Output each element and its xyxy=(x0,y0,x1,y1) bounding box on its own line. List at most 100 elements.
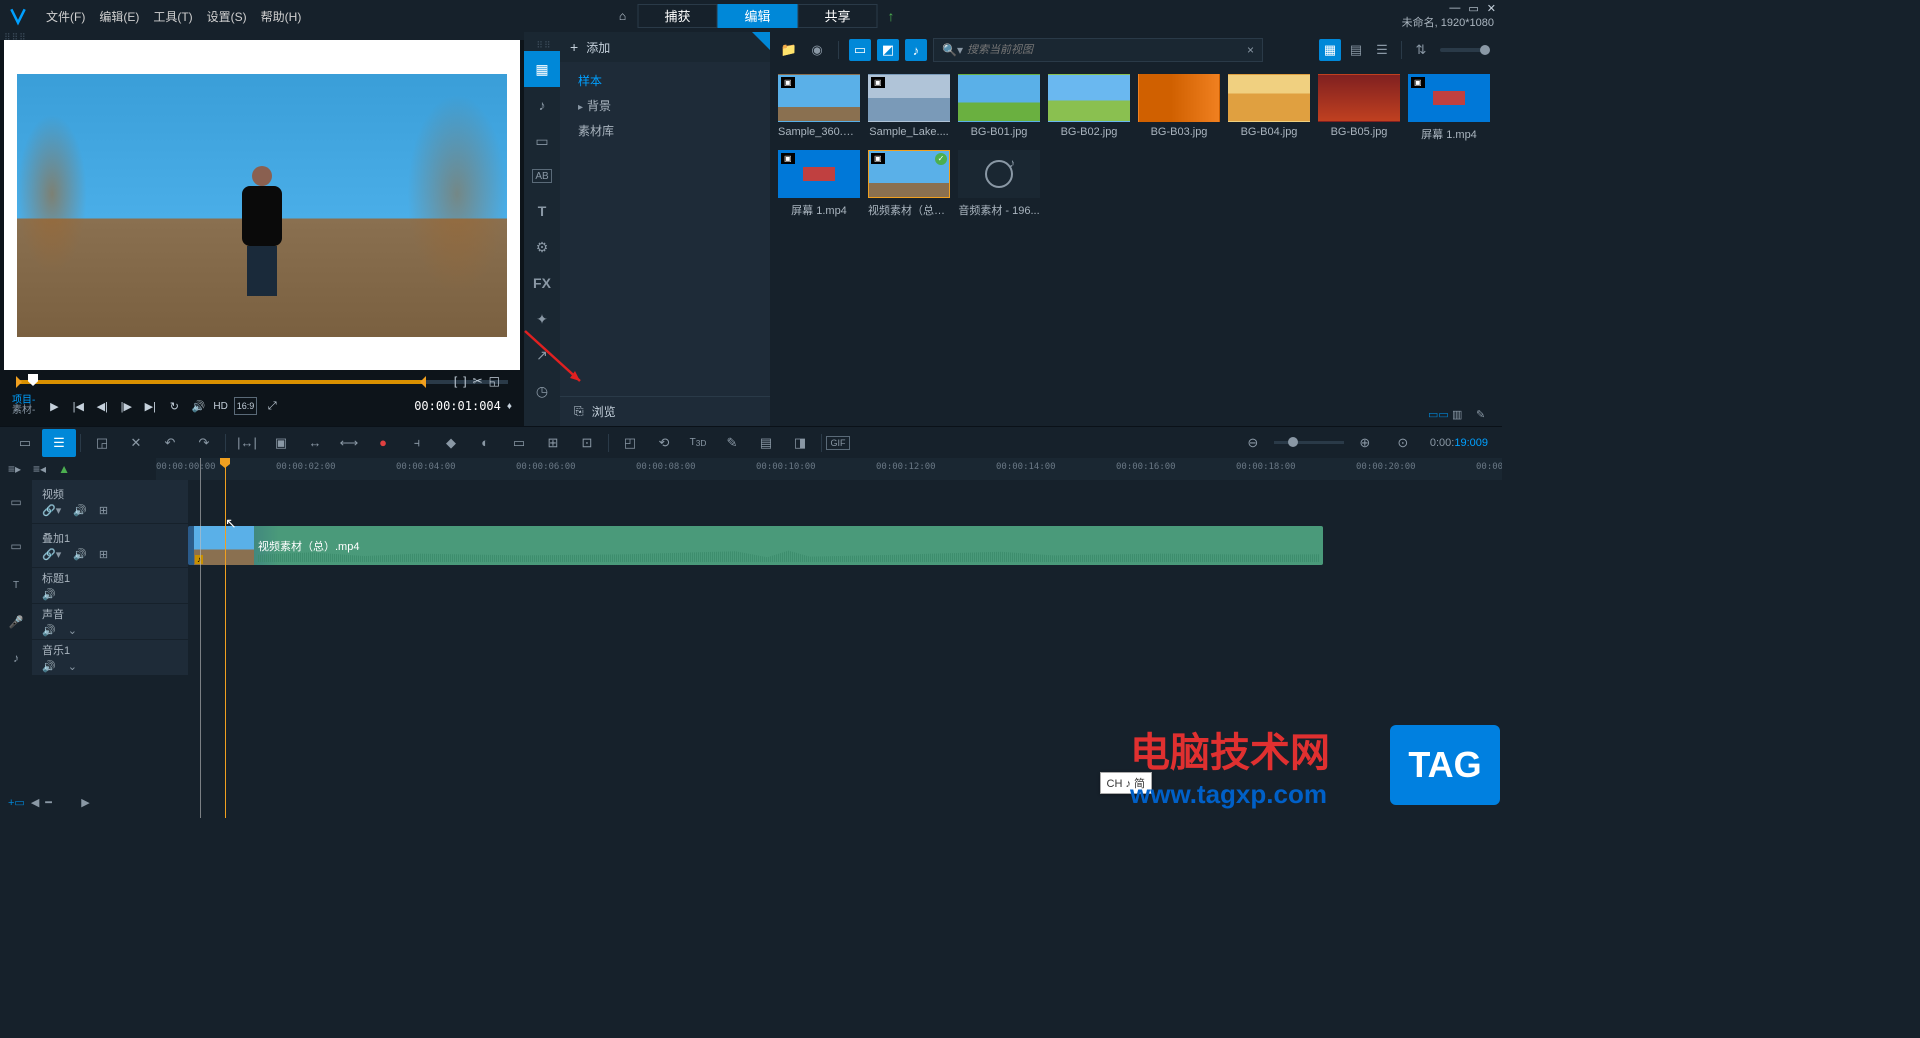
mute-toggle[interactable]: 🔊 xyxy=(42,624,56,637)
tab-share[interactable]: 共享 xyxy=(798,4,878,28)
mute-toggle[interactable]: 🔊 xyxy=(73,504,87,517)
add-media-button[interactable]: + 添加 xyxy=(560,32,770,62)
speed-icon[interactable]: ◷ xyxy=(524,373,560,409)
hd-toggle[interactable]: HD xyxy=(213,397,227,415)
zoom-slider[interactable] xyxy=(1274,441,1344,444)
expand-toggle[interactable]: ⌄ xyxy=(68,624,77,637)
track-list-button[interactable]: ≡▸ xyxy=(8,462,21,476)
timecode-display[interactable]: 00:00:01:004 xyxy=(414,399,501,413)
preview-scrubber[interactable]: [ ] ✂ ◱ xyxy=(16,374,508,392)
tools-button[interactable]: ✕ xyxy=(119,429,153,457)
stretch-button[interactable]: ↔ xyxy=(298,429,332,457)
track-overlay1-content[interactable]: ♪ 视频素材（总）.mp4 xyxy=(188,524,1502,567)
fx-icon[interactable]: FX xyxy=(524,265,560,301)
transitions-icon[interactable]: ⚙ xyxy=(524,229,560,265)
media-thumbnail[interactable] xyxy=(1318,74,1400,122)
add-marker-button[interactable]: ▲ xyxy=(58,462,70,476)
undo-button[interactable]: ↶ xyxy=(153,429,187,457)
lock-toggle[interactable]: ⊞ xyxy=(99,548,108,561)
media-item[interactable]: BG-B03.jpg xyxy=(1138,74,1220,142)
track-video-content[interactable] xyxy=(188,480,1502,523)
media-item[interactable]: ▣✓视频素材（总）... xyxy=(868,150,950,218)
media-thumbnail[interactable]: ▣ xyxy=(778,74,860,122)
play-button[interactable]: ▶ xyxy=(45,397,63,415)
paint-button[interactable]: ✎ xyxy=(715,429,749,457)
track-title1-content[interactable] xyxy=(188,568,1502,603)
keyframe-button[interactable]: ◆ xyxy=(434,429,468,457)
gif-button[interactable]: GIF xyxy=(826,436,850,450)
media-thumbnail[interactable] xyxy=(1228,74,1310,122)
dual-monitor-button[interactable]: ▭▭ xyxy=(1428,408,1446,422)
media-item[interactable]: BG-B04.jpg xyxy=(1228,74,1310,142)
group-button[interactable]: ⊡ xyxy=(570,429,604,457)
prev-frame-button[interactable]: ◀| xyxy=(93,397,111,415)
record-button[interactable]: ● xyxy=(366,429,400,457)
clear-search-button[interactable]: × xyxy=(1247,43,1254,57)
motion-icon[interactable]: ↗ xyxy=(524,337,560,373)
menu-help[interactable]: 帮助(H) xyxy=(261,8,302,25)
category-sample[interactable]: 样本 xyxy=(560,68,770,93)
mark-out-button[interactable]: ] xyxy=(463,374,466,388)
mute-toggle[interactable]: 🔊 xyxy=(73,548,87,561)
scroll-left-button[interactable]: ◀ xyxy=(31,796,39,809)
templates-icon[interactable]: ▭ xyxy=(524,123,560,159)
audio-mixer-button[interactable]: ⫞ xyxy=(400,429,434,457)
menu-tools[interactable]: 工具(T) xyxy=(153,8,192,25)
filter-photo-button[interactable]: ◩ xyxy=(877,39,899,61)
media-item[interactable]: BG-B02.jpg xyxy=(1048,74,1130,142)
tab-edit[interactable]: 编辑 xyxy=(718,4,798,28)
subtitle-editor-button[interactable]: ▤ xyxy=(749,429,783,457)
crop-button[interactable]: ◱ xyxy=(489,374,500,388)
link-toggle[interactable]: 🔗▾ xyxy=(42,548,61,561)
upload-icon[interactable]: ↑ xyxy=(888,8,895,24)
horizontal-scrollbar[interactable]: ━ xyxy=(45,796,75,809)
add-track-button[interactable]: +▭ xyxy=(8,796,25,809)
motion-track-button[interactable]: ⟲ xyxy=(647,429,681,457)
timeline-clip[interactable]: ♪ 视频素材（总）.mp4 xyxy=(188,526,1323,565)
media-item[interactable]: BG-B05.jpg xyxy=(1318,74,1400,142)
copy-attributes-button[interactable]: ◲ xyxy=(85,429,119,457)
expand-toggle[interactable]: ⌄ xyxy=(68,660,77,673)
slip-button[interactable]: ⟷ xyxy=(332,429,366,457)
filter-audio-button[interactable]: ♪ xyxy=(905,39,927,61)
media-thumbnail[interactable] xyxy=(958,150,1040,198)
home-icon[interactable]: ⌂ xyxy=(608,9,638,23)
media-item[interactable]: ▣屏幕 1.mp4 xyxy=(1408,74,1490,142)
import-folder-button[interactable]: 📁 xyxy=(778,39,800,61)
media-thumbnail[interactable]: ▣ xyxy=(778,150,860,198)
media-thumbnail[interactable] xyxy=(1138,74,1220,122)
view-thumbs-large-button[interactable]: ▦ xyxy=(1319,39,1341,61)
track-sound-content[interactable] xyxy=(188,604,1502,639)
reset-button[interactable]: ◉ xyxy=(806,39,828,61)
zoom-in-button[interactable]: ⊕ xyxy=(1348,429,1382,457)
redo-button[interactable]: ↷ xyxy=(187,429,221,457)
filter-video-button[interactable]: ▭ xyxy=(849,39,871,61)
3d-title-button[interactable]: T3D xyxy=(681,429,715,457)
fit-timeline-button[interactable]: ⊙ xyxy=(1386,429,1420,457)
link-toggle[interactable]: 🔗▾ xyxy=(42,504,61,517)
menu-file[interactable]: 文件(F) xyxy=(46,8,85,25)
aspect-ratio-button[interactable]: 16:9 xyxy=(234,397,258,415)
split-button[interactable]: ✂ xyxy=(473,374,483,388)
view-thumbs-small-button[interactable]: ▤ xyxy=(1345,39,1367,61)
track-music1-content[interactable] xyxy=(188,640,1502,675)
color-grading-icon[interactable]: ✦ xyxy=(524,301,560,337)
pan-zoom-button[interactable]: ◰ xyxy=(613,429,647,457)
media-item[interactable]: ▣Sample_360.m... xyxy=(778,74,860,142)
panel-options-button[interactable]: ✎ xyxy=(1476,408,1494,422)
goto-end-button[interactable]: ▶| xyxy=(141,397,159,415)
media-thumbnail[interactable]: ▣✓ xyxy=(868,150,950,198)
sort-button[interactable]: ⇅ xyxy=(1410,39,1432,61)
next-frame-button[interactable]: |▶ xyxy=(117,397,135,415)
mark-in-button[interactable]: [ xyxy=(454,374,457,388)
timeline-view-button[interactable]: ☰ xyxy=(42,429,76,457)
chapter-button[interactable]: ▭ xyxy=(502,429,536,457)
timecode-stepper[interactable]: ♦ xyxy=(507,401,512,412)
media-item[interactable]: 音频素材 - 196... xyxy=(958,150,1040,218)
thumbnail-size-slider[interactable] xyxy=(1440,48,1490,52)
tab-capture[interactable]: 捕获 xyxy=(638,4,718,28)
timeline-ruler[interactable]: ≡▸ ≡◂ ▲ 00:00:00:0000:00:02:0000:00:04:0… xyxy=(0,458,1502,480)
media-thumbnail[interactable] xyxy=(1048,74,1130,122)
crop-tool-button[interactable]: ▣ xyxy=(264,429,298,457)
media-thumbnail[interactable]: ▣ xyxy=(868,74,950,122)
